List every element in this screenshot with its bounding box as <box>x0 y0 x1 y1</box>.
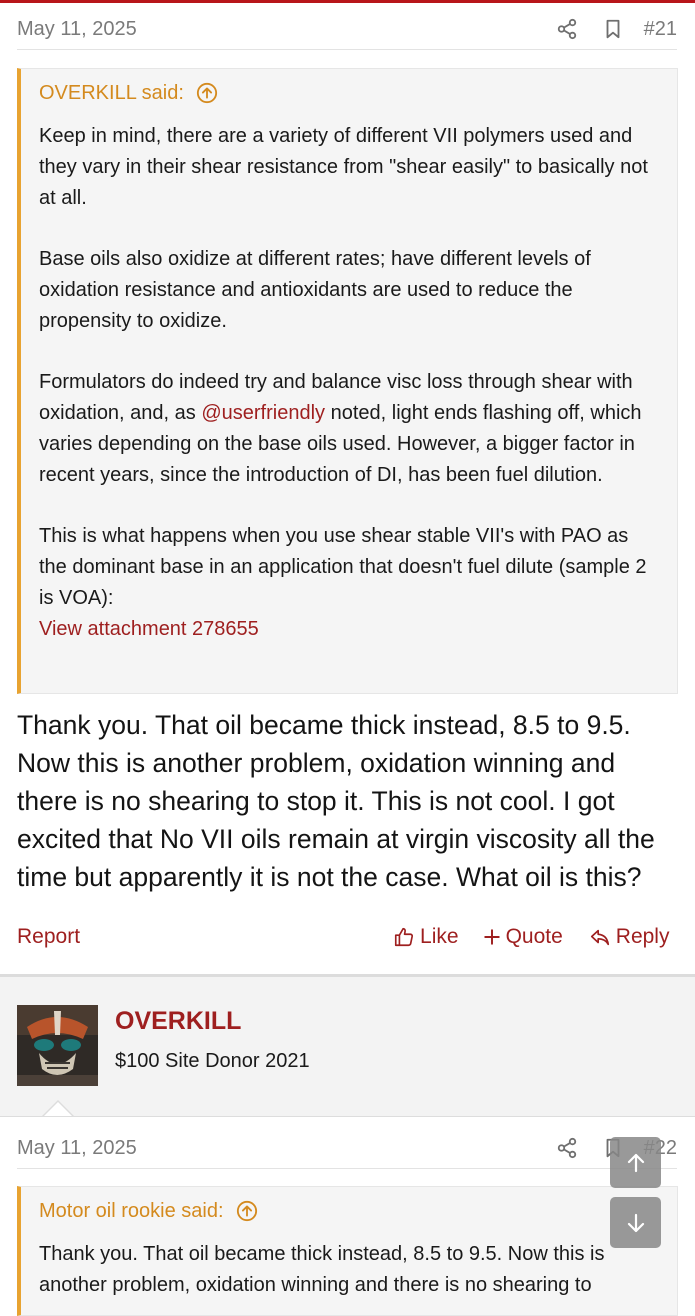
post-number[interactable]: #21 <box>644 18 677 41</box>
user-mention-link[interactable]: @userfriendly <box>201 402 325 424</box>
quote-author[interactable]: Motor oil rookie said: <box>39 1200 224 1223</box>
scroll-bottom-button[interactable] <box>610 1197 661 1248</box>
top-accent-line <box>0 0 695 3</box>
like-button[interactable]: Like <box>393 925 459 949</box>
plus-icon <box>483 929 500 945</box>
arrow-down-icon <box>627 1213 644 1232</box>
quote-body: Thank you. That oil became thick instead… <box>21 1235 677 1301</box>
username-link[interactable]: OVERKILL <box>115 1007 241 1036</box>
quote-block: OVERKILL said: Keep in mind, there are a… <box>17 68 678 694</box>
report-button[interactable]: Report <box>17 925 80 949</box>
quote-author[interactable]: OVERKILL said: <box>39 82 184 105</box>
avatar[interactable] <box>17 1005 98 1086</box>
reply-label: Reply <box>615 925 670 948</box>
reply-button[interactable]: Reply <box>589 925 670 949</box>
quote-paragraph: Base oils also oxidize at different rate… <box>39 248 591 332</box>
attachment-link[interactable]: View attachment 278655 <box>39 618 259 640</box>
quote-paragraph: Formulators do indeed try and balance vi… <box>39 367 659 490</box>
thumbs-up-icon <box>394 927 414 947</box>
post-date[interactable]: May 11, 2025 <box>17 1137 137 1160</box>
post-meta-row: May 11, 2025 #21 <box>17 9 677 50</box>
quote-text: This is what happens when you use shear … <box>39 525 647 609</box>
quote-button[interactable]: Quote <box>483 925 563 949</box>
scroll-top-button[interactable] <box>610 1137 661 1188</box>
post-date[interactable]: May 11, 2025 <box>17 18 137 41</box>
quote-paragraph: This is what happens when you use shear … <box>39 521 659 644</box>
post-actions: Report Like Quote Reply <box>17 917 677 957</box>
reply-icon <box>590 929 609 946</box>
quote-body: Keep in mind, there are a variety of dif… <box>21 117 677 645</box>
quote-jump-icon[interactable] <box>196 82 218 104</box>
bookmark-icon[interactable] <box>602 18 624 40</box>
quote-header: OVERKILL said: <box>21 69 677 117</box>
user-caret-fill <box>44 1102 72 1116</box>
quote-paragraph: Thank you. That oil became thick instead… <box>39 1243 605 1296</box>
quote-label: Quote <box>505 925 563 948</box>
quote-block: Motor oil rookie said: Thank you. That o… <box>17 1186 678 1316</box>
quote-paragraph: Keep in mind, there are a variety of dif… <box>39 125 648 209</box>
user-title: $100 Site Donor 2021 <box>115 1050 310 1072</box>
post-message: Thank you. That oil became thick instead… <box>17 710 655 892</box>
share-icon[interactable] <box>556 18 578 40</box>
avatar-image <box>17 1005 98 1086</box>
quote-header: Motor oil rookie said: <box>21 1187 677 1235</box>
user-info-block: OVERKILL $100 Site Donor 2021 <box>0 977 695 1117</box>
post-meta-row: May 11, 2025 #22 <box>17 1128 677 1169</box>
share-icon[interactable] <box>556 1137 578 1159</box>
like-label: Like <box>420 925 459 948</box>
quote-jump-icon[interactable] <box>236 1200 258 1222</box>
arrow-up-icon <box>627 1153 644 1172</box>
